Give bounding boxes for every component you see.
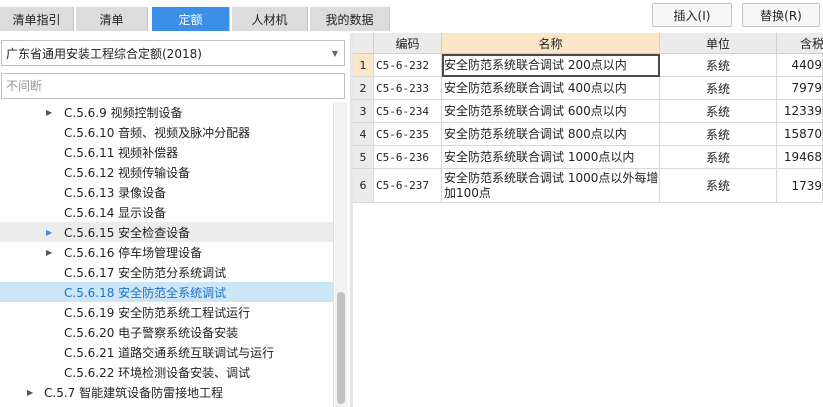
unit-cell[interactable]: 系统 xyxy=(660,123,777,146)
row-number[interactable]: 6 xyxy=(353,169,374,203)
unit-cell[interactable]: 系统 xyxy=(660,169,777,203)
code-cell[interactable]: C5-6-234 xyxy=(374,100,442,123)
tree-node-label: C.5.6.16 停车场管理设备 xyxy=(64,245,203,260)
tree-node[interactable]: C.5.6.21 道路交通系统互联调试与运行 xyxy=(0,342,333,362)
tree-node[interactable]: C.5.6.12 视频传输设备 xyxy=(0,162,333,182)
name-cell[interactable]: 安全防范系统联合调试 600点以内 xyxy=(442,100,660,123)
code-cell[interactable]: C5-6-235 xyxy=(374,123,442,146)
row-number[interactable]: 2 xyxy=(353,77,374,100)
tree-node[interactable]: C.5.6.22 环境检测设备安装、调试 xyxy=(0,362,333,382)
code-cell[interactable]: C5-6-237 xyxy=(374,169,442,203)
tree-node-label: C.5.6.14 显示设备 xyxy=(64,205,167,220)
tree-node-label: C.5.6.19 安全防范系统工程试运行 xyxy=(64,305,251,320)
expand-arrow-icon[interactable]: ▶ xyxy=(46,228,52,237)
tab-bill-guide[interactable]: 清单指引 xyxy=(0,7,74,31)
tree-node-label: C.5.6.12 视频传输设备 xyxy=(64,165,191,180)
column-header-unit[interactable]: 单位 xyxy=(660,33,777,54)
column-header-name[interactable]: 名称 xyxy=(442,33,660,54)
chevron-down-icon[interactable]: ▼ xyxy=(332,49,338,58)
unit-cell[interactable]: 系统 xyxy=(660,100,777,123)
quota-tree: ▶ C.5.6.9 视频控制设备 C.5.6.10 音频、视频及脉冲分配器 C.5.6… xyxy=(0,102,334,407)
tree-node-label: C.5.7 智能建筑设备防雷接地工程 xyxy=(44,385,224,400)
left-panel: 广东省通用安装工程综合定额(2018) ▼ ▶ C.5.6.9 视频控制设备 C.5… xyxy=(0,33,350,407)
name-cell[interactable]: 安全防范系统联合调试 800点以内 xyxy=(442,123,660,146)
tree-node[interactable]: C.5.6.11 视频补偿器 xyxy=(0,142,333,162)
price-cell[interactable]: 1739 xyxy=(777,169,823,203)
tree-node-label: C.5.6.9 视频控制设备 xyxy=(64,105,183,120)
code-cell[interactable]: C5-6-233 xyxy=(374,77,442,100)
quota-grid: 编码 名称 单位 含税单 1C5-6-232安全防范系统联合调试 200点以内系… xyxy=(353,33,823,407)
tab-my-data[interactable]: 我的数据 xyxy=(310,7,390,31)
tree-node-label: C.5.6.21 道路交通系统互联调试与运行 xyxy=(64,345,275,360)
tab-bill[interactable]: 清单 xyxy=(76,7,148,31)
tree-node[interactable]: C.5.6.17 安全防范分系统调试 xyxy=(0,262,333,282)
tree-node[interactable]: C.5.6.20 电子警察系统设备安装 xyxy=(0,322,333,342)
tree-node[interactable]: C.5.6.19 安全防范系统工程试运行 xyxy=(0,302,333,322)
unit-cell[interactable]: 系统 xyxy=(660,77,777,100)
tree-node[interactable]: ▶ C.5.6.16 停车场管理设备 xyxy=(0,242,333,262)
name-cell[interactable]: 安全防范系统联合调试 400点以内 xyxy=(442,77,660,100)
insert-button[interactable]: 插入(I) xyxy=(652,3,732,27)
library-select-value: 广东省通用安装工程综合定额(2018) xyxy=(6,46,202,61)
code-cell[interactable]: C5-6-236 xyxy=(374,146,442,169)
tree-node-label: C.5.6.11 视频补偿器 xyxy=(64,145,179,160)
column-header-price[interactable]: 含税单 xyxy=(777,33,823,54)
tree-node-label: C.5.6.18 安全防范全系统调试 xyxy=(64,285,227,300)
row-number[interactable]: 5 xyxy=(353,146,374,169)
tree-node-label: C.5.6.22 环境检测设备安装、调试 xyxy=(64,365,251,380)
column-header-code[interactable]: 编码 xyxy=(374,33,442,54)
code-cell[interactable]: C5-6-232 xyxy=(374,54,442,77)
price-cell[interactable]: 12339 xyxy=(777,100,823,123)
expand-arrow-icon[interactable]: ▶ xyxy=(46,248,52,257)
price-cell[interactable]: 7979 xyxy=(777,77,823,100)
row-number[interactable]: 1 xyxy=(353,54,374,77)
tree-node[interactable]: ▶ C.5.6.9 视频控制设备 xyxy=(0,102,333,122)
name-cell[interactable]: 安全防范系统联合调试 200点以内 xyxy=(442,54,660,77)
row-number-header xyxy=(353,33,374,54)
tree-node[interactable]: C.5.6.14 显示设备 xyxy=(0,202,333,222)
tree-node[interactable]: C.5.6.10 音频、视频及脉冲分配器 xyxy=(0,122,333,142)
filter-input[interactable] xyxy=(1,73,345,99)
tree-node[interactable]: C.5.6.18 安全防范全系统调试 xyxy=(0,282,333,302)
unit-cell[interactable]: 系统 xyxy=(660,54,777,77)
name-cell[interactable]: 安全防范系统联合调试 1000点以外每增加100点 xyxy=(442,169,660,203)
library-select[interactable]: 广东省通用安装工程综合定额(2018) ▼ xyxy=(1,40,345,66)
tree-scrollbar-thumb[interactable] xyxy=(337,292,345,404)
tree-scrollbar[interactable] xyxy=(335,102,347,407)
tab-bar: 清单指引 清单 定额 人材机 我的数据 插入(I) 替换(R) xyxy=(0,0,823,33)
price-cell[interactable]: 15870 xyxy=(777,123,823,146)
row-number[interactable]: 3 xyxy=(353,100,374,123)
tree-node[interactable]: C.5.6.13 录像设备 xyxy=(0,182,333,202)
tree-node-label: C.5.6.13 录像设备 xyxy=(64,185,167,200)
expand-arrow-icon[interactable]: ▶ xyxy=(27,388,33,397)
price-cell[interactable]: 19468 xyxy=(777,146,823,169)
row-number[interactable]: 4 xyxy=(353,123,374,146)
tree-node-label: C.5.6.17 安全防范分系统调试 xyxy=(64,265,227,280)
tree-node[interactable]: ▶ C.5.7 智能建筑设备防雷接地工程 xyxy=(0,382,333,402)
tree-node[interactable]: ▶ C.5.6.15 安全检查设备 xyxy=(0,222,333,242)
tab-labor-material-machine[interactable]: 人材机 xyxy=(232,7,308,31)
tree-node-label: C.5.6.10 音频、视频及脉冲分配器 xyxy=(64,125,251,140)
name-cell[interactable]: 安全防范系统联合调试 1000点以内 xyxy=(442,146,660,169)
tree-node-label: C.5.6.20 电子警察系统设备安装 xyxy=(64,325,239,340)
replace-button[interactable]: 替换(R) xyxy=(742,3,820,27)
unit-cell[interactable]: 系统 xyxy=(660,146,777,169)
expand-arrow-icon[interactable]: ▶ xyxy=(46,108,52,117)
tab-quota[interactable]: 定额 xyxy=(152,7,230,31)
price-cell[interactable]: 4409 xyxy=(777,54,823,77)
tree-node-label: C.5.6.15 安全检查设备 xyxy=(64,225,191,240)
